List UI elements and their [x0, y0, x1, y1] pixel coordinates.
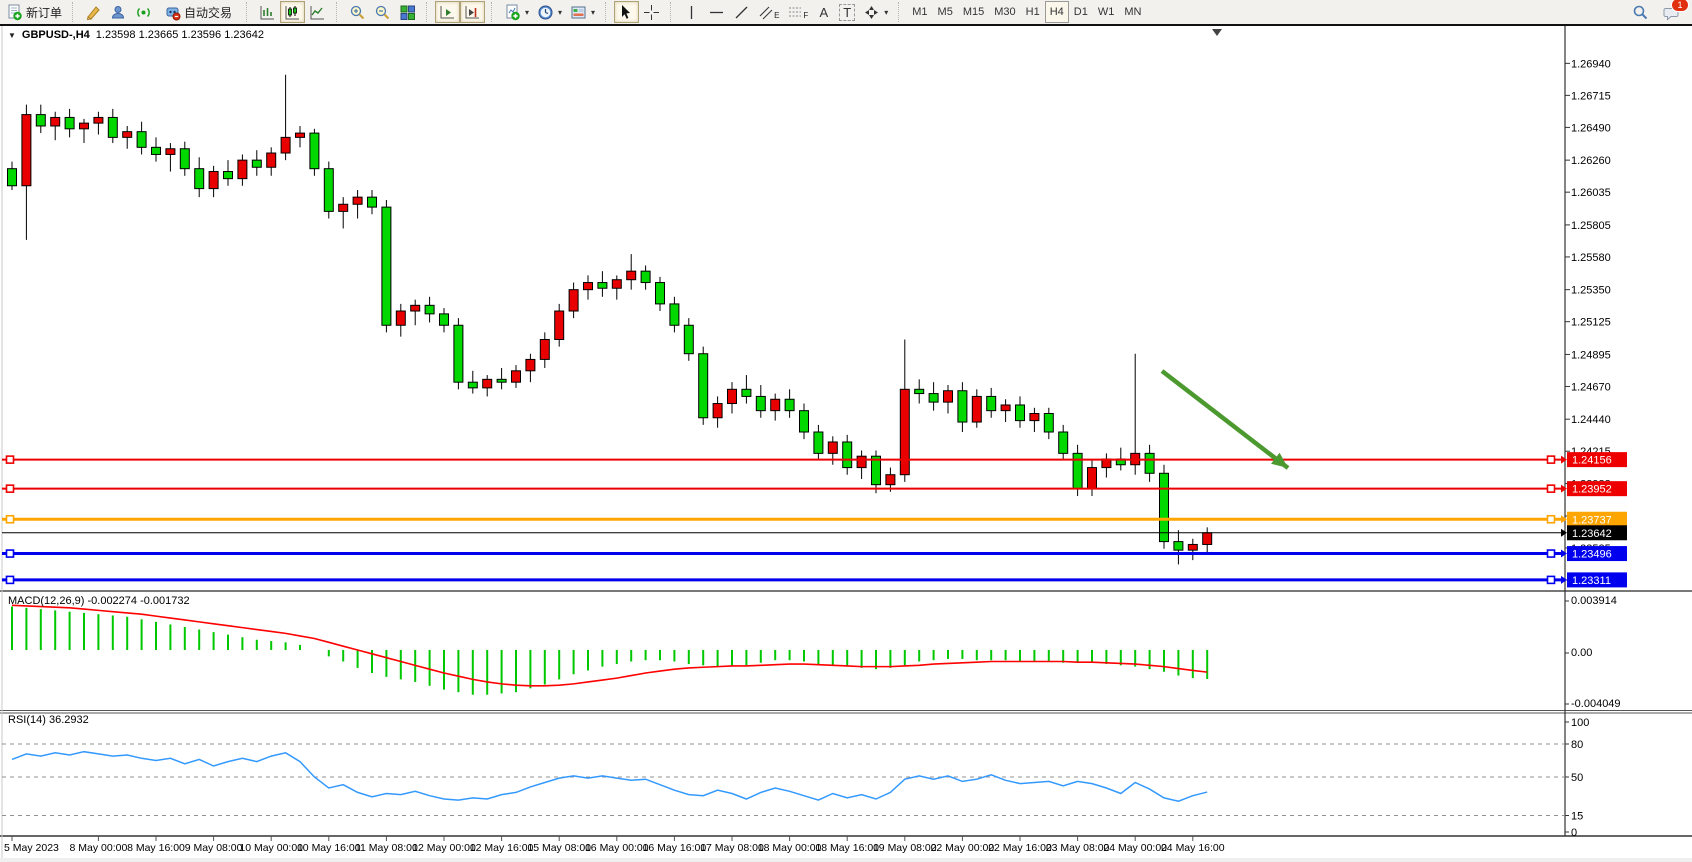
notifications-button[interactable]: 1 [1659, 1, 1684, 23]
search-button[interactable] [1628, 1, 1653, 23]
chevron-down-icon: ▾ [558, 8, 562, 17]
trendline-tool-button[interactable] [729, 1, 754, 23]
cursor-icon [618, 4, 635, 21]
rsi-pane[interactable] [0, 714, 1565, 836]
tab-m15[interactable]: M15 [958, 1, 989, 23]
fibo-sub-label: F [803, 11, 808, 20]
fibonacci-tool-button[interactable]: F [783, 1, 812, 23]
arrows-icon [863, 4, 880, 21]
tab-m30[interactable]: M30 [989, 1, 1020, 23]
signal-icon [135, 4, 152, 21]
auto-scroll-button[interactable] [435, 1, 460, 23]
candlestick-chart-icon [284, 4, 301, 21]
tab-h4[interactable]: H4 [1045, 1, 1069, 23]
toolbar-separator [670, 2, 675, 22]
new-order-button[interactable]: 新订单 [2, 1, 66, 23]
new-order-icon [6, 4, 23, 21]
channel-sub-label: E [774, 11, 779, 20]
chart-title: ▼ GBPUSD-,H4 1.23598 1.23665 1.23596 1.2… [8, 29, 264, 41]
arrows-tool-button[interactable]: ▾ [859, 1, 892, 23]
price-axis[interactable] [1565, 26, 1692, 836]
auto-trading-button[interactable]: 自动交易 [156, 1, 240, 23]
trendline-icon [733, 4, 750, 21]
ohlc-values: 1.23598 1.23665 1.23596 1.23642 [96, 29, 264, 41]
toolbar: 新订单 自动交易 ▾ ▾ [0, 0, 1692, 26]
zoom-in-button[interactable] [345, 1, 370, 23]
toolbar-separator [898, 2, 903, 22]
horizontal-line-icon [708, 4, 725, 21]
templates-button[interactable]: ▾ [566, 1, 599, 23]
auto-trading-icon [164, 4, 181, 21]
tab-w1[interactable]: W1 [1093, 1, 1120, 23]
chart-shift-icon [464, 4, 481, 21]
date-axis[interactable] [0, 836, 1565, 858]
textbox-tool-label: T [839, 4, 855, 21]
clock-icon [537, 4, 554, 21]
tab-m1[interactable]: M1 [907, 1, 932, 23]
collapse-arrow-icon[interactable]: ▼ [8, 31, 16, 40]
tile-windows-icon [399, 4, 416, 21]
text-label-tool-button[interactable]: T [835, 1, 859, 23]
rsi-indicator-label: RSI(14) 36.2932 [8, 714, 89, 726]
macd-indicator-label: MACD(12,26,9) -0.002274 -0.001732 [8, 595, 190, 607]
crosshair-icon [643, 4, 660, 21]
text-tool-button[interactable]: A [812, 1, 835, 23]
profiles-icon [110, 4, 127, 21]
periods-button[interactable]: ▾ [533, 1, 566, 23]
cursor-tool-button[interactable] [614, 1, 639, 23]
profiles-button[interactable] [106, 1, 131, 23]
main-chart-pane[interactable] [0, 26, 1565, 592]
signals-button[interactable] [131, 1, 156, 23]
horizontal-line-tool-button[interactable] [704, 1, 729, 23]
toolbar-separator [605, 2, 610, 22]
channel-tool-button[interactable]: E [754, 1, 783, 23]
tab-mn[interactable]: MN [1119, 1, 1146, 23]
macd-values: -0.002274 -0.001732 [87, 595, 189, 607]
auto-scroll-icon [439, 4, 456, 21]
auto-trading-label: 自动交易 [184, 4, 232, 21]
toolbar-separator [426, 2, 431, 22]
chevron-down-icon: ▾ [591, 8, 595, 17]
new-order-label: 新订单 [26, 4, 62, 21]
zoom-out-button[interactable] [370, 1, 395, 23]
window-bottom-border [0, 858, 1692, 862]
text-tool-label: A [819, 5, 828, 20]
tile-windows-button[interactable] [395, 1, 420, 23]
vertical-line-tool-button[interactable] [679, 1, 704, 23]
macd-pane[interactable] [0, 594, 1565, 710]
symbol-period-label: GBPUSD-,H4 [22, 29, 90, 41]
tab-d1[interactable]: D1 [1069, 1, 1093, 23]
search-icon [1632, 4, 1649, 21]
candlestick-chart-button[interactable] [280, 1, 305, 23]
add-indicator-icon [504, 4, 521, 21]
toolbar-separator [72, 2, 77, 22]
tab-h1[interactable]: H1 [1021, 1, 1045, 23]
macd-title: MACD(12,26,9) [8, 595, 84, 607]
rsi-title: RSI(14) 36.2932 [8, 714, 89, 726]
notification-badge: 1 [1671, 0, 1689, 12]
styler-button[interactable] [81, 1, 106, 23]
chart-shift-button[interactable] [460, 1, 485, 23]
crosshair-tool-button[interactable] [639, 1, 664, 23]
line-chart-button[interactable] [305, 1, 330, 23]
toolbar-separator [336, 2, 341, 22]
chevron-down-icon: ▾ [525, 8, 529, 17]
toolbar-separator [491, 2, 496, 22]
crayon-icon [85, 4, 102, 21]
vertical-line-icon [683, 4, 700, 21]
zoom-out-icon [374, 4, 391, 21]
zoom-in-icon [349, 4, 366, 21]
add-indicator-button[interactable]: ▾ [500, 1, 533, 23]
chevron-down-icon: ▾ [884, 8, 888, 17]
tab-m5[interactable]: M5 [933, 1, 958, 23]
bar-chart-button[interactable] [255, 1, 280, 23]
toolbar-separator [246, 2, 251, 22]
channel-icon [758, 4, 775, 21]
template-icon [570, 4, 587, 21]
bar-chart-icon [259, 4, 276, 21]
fibonacci-icon [787, 4, 804, 21]
line-chart-icon [309, 4, 326, 21]
